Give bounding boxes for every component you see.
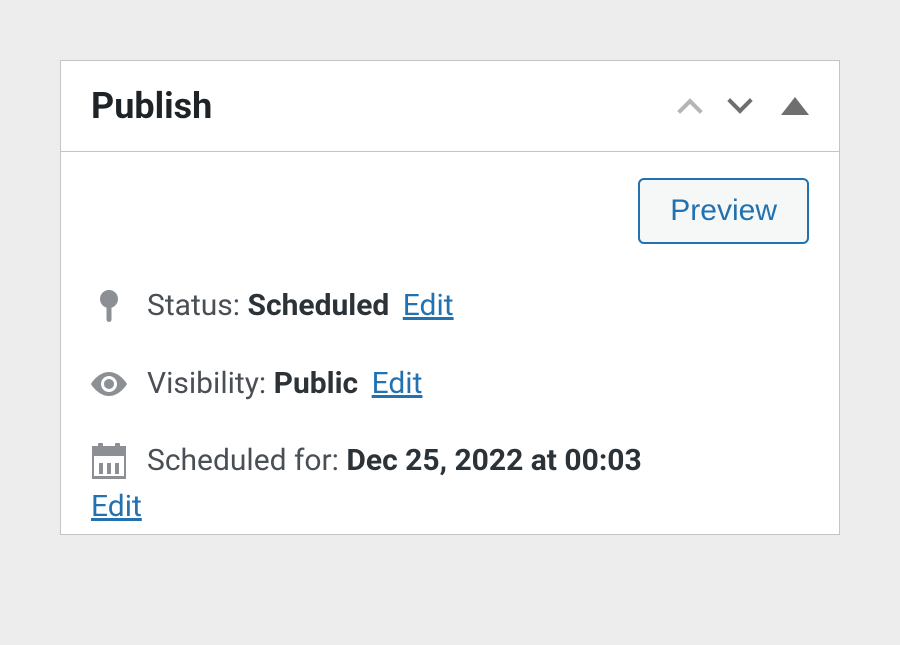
publish-panel-body: Preview Status: Scheduled Edit bbox=[61, 152, 839, 534]
visibility-value: Public bbox=[274, 366, 359, 401]
status-edit-link[interactable]: Edit bbox=[403, 288, 454, 323]
status-text: Status: Scheduled Edit bbox=[147, 284, 809, 328]
publish-panel-header: Publish bbox=[61, 61, 839, 152]
visibility-label: Visibility: bbox=[147, 366, 274, 401]
visibility-row: Visibility: Public Edit bbox=[91, 362, 809, 406]
collapse-panel-icon[interactable] bbox=[781, 97, 809, 115]
schedule-edit-link[interactable]: Edit bbox=[91, 489, 809, 524]
status-row: Status: Scheduled Edit bbox=[91, 284, 809, 328]
publish-panel: Publish Preview Status: Scheduled Edit bbox=[60, 60, 840, 535]
move-down-icon[interactable] bbox=[727, 88, 752, 113]
schedule-value: Dec 25, 2022 at 00:03 bbox=[346, 443, 641, 478]
header-controls bbox=[681, 92, 809, 120]
status-label: Status: bbox=[147, 288, 248, 323]
eye-icon bbox=[91, 366, 127, 402]
calendar-icon bbox=[91, 443, 127, 479]
schedule-row: Scheduled for: Dec 25, 2022 at 00:03 bbox=[91, 439, 809, 483]
preview-button[interactable]: Preview bbox=[638, 178, 809, 244]
schedule-text: Scheduled for: Dec 25, 2022 at 00:03 bbox=[147, 439, 809, 483]
pin-icon bbox=[91, 288, 127, 324]
preview-row: Preview bbox=[91, 178, 809, 244]
status-value: Scheduled bbox=[248, 288, 390, 323]
visibility-edit-link[interactable]: Edit bbox=[372, 366, 423, 401]
visibility-text: Visibility: Public Edit bbox=[147, 362, 809, 406]
panel-title: Publish bbox=[91, 85, 212, 127]
schedule-label: Scheduled for: bbox=[147, 443, 346, 478]
move-up-icon[interactable] bbox=[677, 98, 702, 123]
